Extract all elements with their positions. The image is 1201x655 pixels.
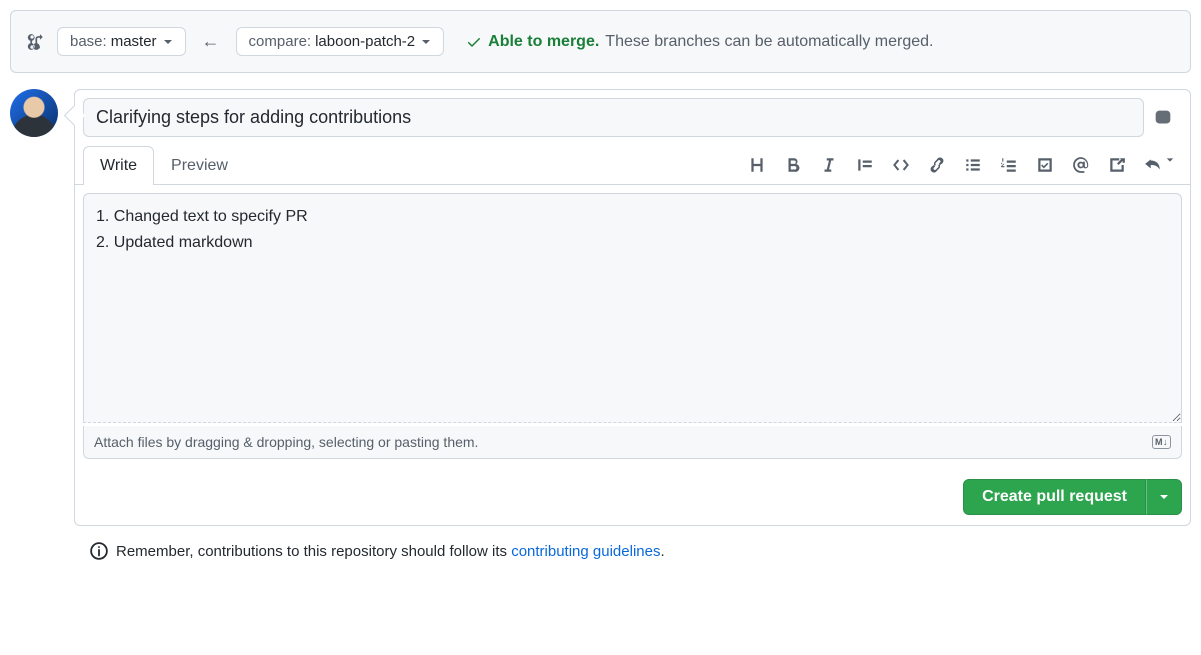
markdown-icon[interactable]: M↓ bbox=[1152, 435, 1171, 449]
guidelines-text: Remember, contributions to this reposito… bbox=[116, 543, 665, 560]
base-label: base: bbox=[70, 33, 107, 50]
base-branch-name: master bbox=[111, 33, 157, 50]
title-row bbox=[75, 90, 1190, 145]
base-branch-selector[interactable]: base: master bbox=[57, 27, 186, 56]
editor-tabs: Write Preview bbox=[83, 145, 245, 184]
reply-icon[interactable] bbox=[1144, 156, 1162, 174]
info-icon bbox=[90, 542, 108, 560]
create-pr-button[interactable]: Create pull request bbox=[963, 479, 1146, 515]
arrow-left-icon: ← bbox=[198, 31, 224, 52]
ul-icon[interactable] bbox=[964, 156, 982, 174]
actions-row: Create pull request bbox=[75, 467, 1190, 525]
pr-form-row: Write Preview bbox=[10, 89, 1191, 526]
compare-label: compare: bbox=[249, 33, 312, 50]
compare-branch-selector[interactable]: compare: laboon-patch-2 bbox=[236, 27, 445, 56]
create-pr-dropdown[interactable] bbox=[1146, 479, 1182, 515]
quote-icon[interactable] bbox=[856, 156, 874, 174]
caret-down-icon bbox=[163, 37, 173, 47]
contributing-guidelines-note: Remember, contributions to this reposito… bbox=[10, 526, 1191, 564]
code-icon[interactable] bbox=[892, 156, 910, 174]
check-icon bbox=[466, 34, 482, 50]
bold-icon[interactable] bbox=[784, 156, 802, 174]
pr-form: Write Preview bbox=[74, 89, 1191, 526]
merge-status-detail: These branches can be automatically merg… bbox=[605, 33, 933, 51]
ol-icon[interactable] bbox=[1000, 156, 1018, 174]
copilot-icon[interactable] bbox=[1152, 107, 1174, 129]
link-icon[interactable] bbox=[928, 156, 946, 174]
pr-title-input[interactable] bbox=[83, 98, 1144, 137]
heading-icon[interactable] bbox=[748, 156, 766, 174]
merge-status: Able to merge. These branches can be aut… bbox=[466, 33, 933, 51]
cross-reference-icon[interactable] bbox=[1108, 156, 1126, 174]
body-area: Attach files by dragging & dropping, sel… bbox=[75, 185, 1190, 467]
tasklist-icon[interactable] bbox=[1036, 156, 1054, 174]
merge-status-text: Able to merge. bbox=[488, 33, 599, 51]
tab-preview[interactable]: Preview bbox=[154, 146, 245, 185]
italic-icon[interactable] bbox=[820, 156, 838, 174]
mention-icon[interactable] bbox=[1072, 156, 1090, 174]
attach-bar[interactable]: Attach files by dragging & dropping, sel… bbox=[83, 426, 1182, 459]
editor-tab-row: Write Preview bbox=[75, 145, 1190, 185]
attach-hint: Attach files by dragging & dropping, sel… bbox=[94, 434, 478, 450]
pr-body-textarea[interactable] bbox=[83, 193, 1182, 423]
contributing-guidelines-link[interactable]: contributing guidelines bbox=[511, 543, 660, 560]
git-compare-icon bbox=[27, 33, 45, 51]
caret-down-icon bbox=[421, 37, 431, 47]
caret-down-icon bbox=[1159, 492, 1169, 502]
avatar bbox=[10, 89, 58, 137]
compare-branches-bar: base: master ← compare: laboon-patch-2 A… bbox=[10, 10, 1191, 73]
tab-write[interactable]: Write bbox=[83, 146, 154, 185]
caret-down-icon bbox=[1166, 156, 1174, 164]
md-toolbar bbox=[748, 156, 1182, 174]
compare-branch-name: laboon-patch-2 bbox=[315, 33, 415, 50]
